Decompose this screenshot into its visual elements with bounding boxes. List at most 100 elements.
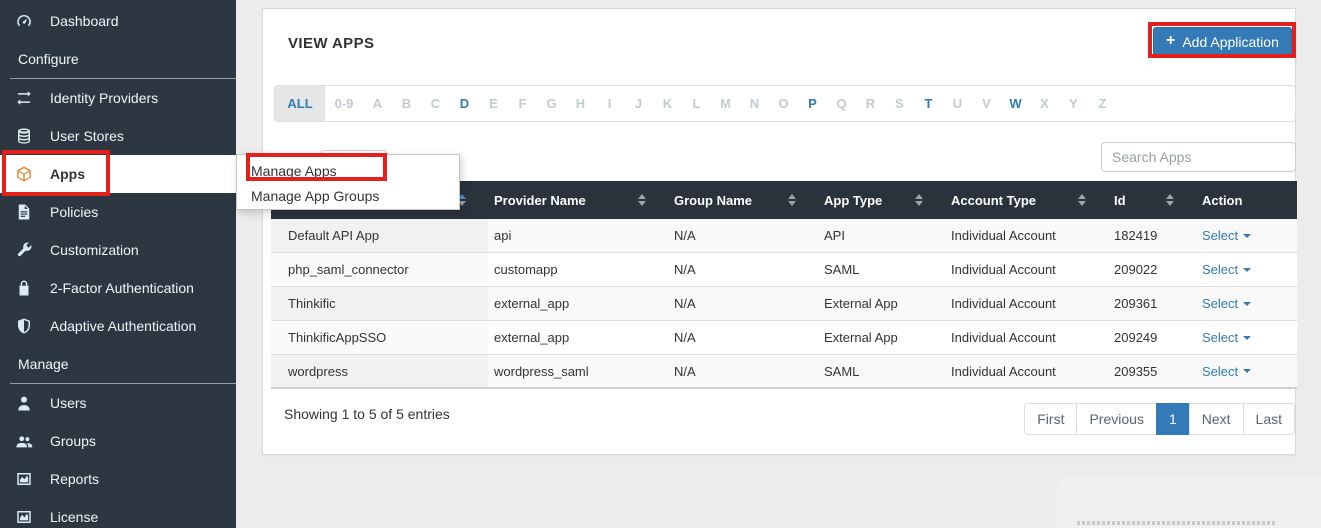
alphabet-filter-p[interactable]: P xyxy=(798,86,827,121)
sidebar-item-apps[interactable]: Apps xyxy=(0,155,236,193)
cell-provider_name: external_app xyxy=(488,287,668,320)
sort-arrows-icon xyxy=(1078,194,1086,206)
sidebar-item-label: Apps xyxy=(50,166,85,182)
cell-app_type: External App xyxy=(818,321,945,354)
exchange-icon xyxy=(15,89,33,107)
select-label: Select xyxy=(1202,262,1239,277)
sidebar-item-dashboard[interactable]: Dashboard xyxy=(0,2,236,40)
sidebar-item-label: Customization xyxy=(50,242,139,258)
alphabet-filter-e[interactable]: E xyxy=(479,86,508,121)
sidebar-item-identity-providers[interactable]: Identity Providers xyxy=(0,79,236,117)
column-header-provider-name[interactable]: Provider Name xyxy=(488,181,668,219)
add-application-button[interactable]: + Add Application xyxy=(1153,27,1292,56)
chat-widget xyxy=(1057,478,1321,528)
select-action-link[interactable]: Select xyxy=(1202,296,1252,311)
page-title: VIEW APPS xyxy=(288,35,375,52)
cell-group_name: N/A xyxy=(668,355,818,387)
select-label: Select xyxy=(1202,228,1239,243)
table-row: Thinkific external_app N/A External App Indi… xyxy=(271,287,1297,321)
cell-group_name: N/A xyxy=(668,321,818,354)
alphabet-filter-0-9[interactable]: 0-9 xyxy=(325,86,363,121)
sort-desc-icon xyxy=(1078,201,1086,206)
sort-asc-icon xyxy=(788,194,796,199)
select-action-link[interactable]: Select xyxy=(1202,262,1252,277)
alphabet-filter-y[interactable]: Y xyxy=(1059,86,1088,121)
alphabet-filter-i[interactable]: I xyxy=(595,86,624,121)
sidebar-item-adaptive-authentication[interactable]: Adaptive Authentication xyxy=(0,307,236,345)
select-action-link[interactable]: Select xyxy=(1202,364,1252,379)
cell-text: customapp xyxy=(494,262,558,277)
cell-text: SAML xyxy=(824,262,860,277)
sidebar-section-configure: Configure xyxy=(0,40,236,78)
search-box xyxy=(1101,142,1296,172)
alphabet-filter-h[interactable]: H xyxy=(566,86,595,121)
sidebar-item-2-factor-authentication[interactable]: 2-Factor Authentication xyxy=(0,269,236,307)
pagination-previous[interactable]: Previous xyxy=(1076,403,1157,436)
alphabet-filter-z[interactable]: Z xyxy=(1088,86,1117,121)
view-apps-panel: VIEW APPS + Add Application ALL 0-9 A B C D E F… xyxy=(262,8,1297,455)
select-action-link[interactable]: Select xyxy=(1202,330,1252,345)
alphabet-filter-all[interactable]: ALL xyxy=(275,86,325,121)
apps-flyout-menu: Manage Apps Manage App Groups xyxy=(236,154,460,210)
cell-text: wordpress_saml xyxy=(494,363,589,379)
cell-text: Individual Account xyxy=(951,296,1056,311)
sidebar-item-customization[interactable]: Customization xyxy=(0,231,236,269)
alphabet-filter-f[interactable]: F xyxy=(508,86,537,121)
alphabet-filter-b[interactable]: B xyxy=(392,86,421,121)
alphabet-filter-n[interactable]: N xyxy=(740,86,769,121)
column-header-id[interactable]: Id xyxy=(1108,181,1196,219)
column-header-account-type[interactable]: Account Type xyxy=(945,181,1108,219)
select-label: Select xyxy=(1202,296,1239,311)
cell-id: 209249 xyxy=(1108,321,1196,354)
cell-action: Select xyxy=(1196,355,1297,387)
alphabet-filter-q[interactable]: Q xyxy=(827,86,856,121)
alphabet-filter-g[interactable]: G xyxy=(537,86,566,121)
select-label: Select xyxy=(1202,330,1239,345)
cell-text: external_app xyxy=(494,296,570,311)
caret-down-icon xyxy=(1243,369,1252,373)
sidebar-item-users[interactable]: Users xyxy=(0,384,236,422)
alphabet-filter-s[interactable]: S xyxy=(885,86,914,121)
cell-action: Select xyxy=(1196,321,1297,354)
sidebar-item-license[interactable]: License xyxy=(0,498,236,528)
pagination-last[interactable]: Last xyxy=(1242,403,1295,436)
cell-group_name: N/A xyxy=(668,253,818,286)
cell-group_name: N/A xyxy=(668,219,818,252)
flyout-item-manage-app-groups[interactable]: Manage App Groups xyxy=(237,184,459,209)
pagination-first[interactable]: First xyxy=(1024,403,1078,436)
add-application-label: Add Application xyxy=(1182,33,1279,50)
alphabet-filter-d[interactable]: D xyxy=(450,86,479,121)
alphabet-filter-r[interactable]: R xyxy=(856,86,885,121)
cell-account_type: Individual Account xyxy=(945,287,1108,320)
alphabet-filter-c[interactable]: C xyxy=(421,86,450,121)
alphabet-filter-w[interactable]: W xyxy=(1001,86,1030,121)
alphabet-filter-v[interactable]: V xyxy=(972,86,1001,121)
alphabet-filter-x[interactable]: X xyxy=(1030,86,1059,121)
alphabet-filter-m[interactable]: M xyxy=(711,86,740,121)
alphabet-filter-j[interactable]: J xyxy=(624,86,653,121)
alphabet-filter-u[interactable]: U xyxy=(943,86,972,121)
alphabet-filter-o[interactable]: O xyxy=(769,86,798,121)
select-action-link[interactable]: Select xyxy=(1202,228,1252,243)
pagination-next[interactable]: Next xyxy=(1188,403,1244,436)
flyout-item-manage-apps[interactable]: Manage Apps xyxy=(237,159,459,184)
cell-provider_name: customapp xyxy=(488,253,668,286)
sidebar-item-user-stores[interactable]: User Stores xyxy=(0,117,236,155)
sidebar-item-policies[interactable]: Policies xyxy=(0,193,236,231)
search-apps-input[interactable] xyxy=(1101,142,1296,172)
caret-down-icon xyxy=(1243,233,1252,238)
alphabet-filter-k[interactable]: K xyxy=(653,86,682,121)
sidebar-item-reports[interactable]: Reports xyxy=(0,460,236,498)
pagination-1[interactable]: 1 xyxy=(1155,403,1190,436)
alphabet-filter-t[interactable]: T xyxy=(914,86,943,121)
sidebar-item-groups[interactable]: Groups xyxy=(0,422,236,460)
sort-desc-icon xyxy=(1166,201,1174,206)
column-header-app-type[interactable]: App Type xyxy=(818,181,945,219)
alphabet-filter-a[interactable]: A xyxy=(363,86,392,121)
cell-text: external_app xyxy=(494,330,570,345)
table-row: Default API App api N/A API Individual Accou… xyxy=(271,219,1297,253)
cell-app_name: wordpress xyxy=(271,355,488,387)
alphabet-filter-l[interactable]: L xyxy=(682,86,711,121)
sidebar: Dashboard Configure Identity Providers User… xyxy=(0,0,236,528)
column-header-group-name[interactable]: Group Name xyxy=(668,181,818,219)
